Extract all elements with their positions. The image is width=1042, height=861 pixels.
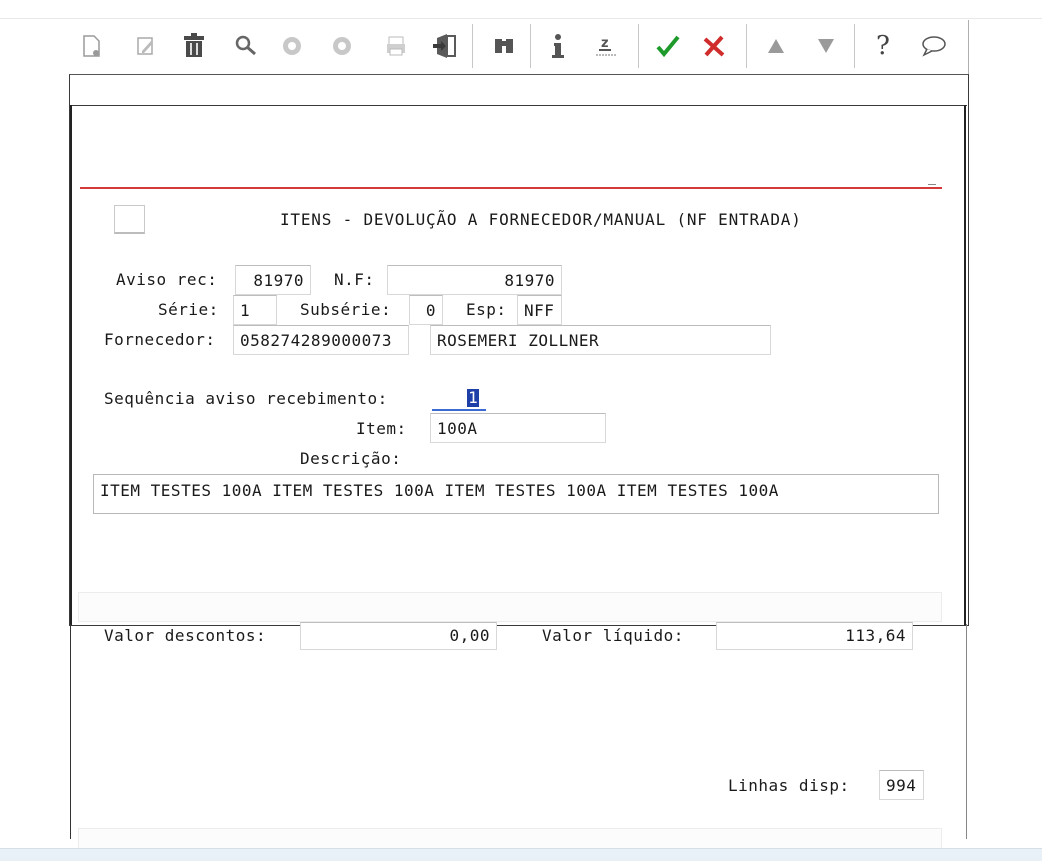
next-icon[interactable] — [328, 30, 356, 62]
minimize-mark — [928, 184, 936, 185]
descricao-label: Descrição: — [300, 449, 402, 468]
exit-icon[interactable] — [432, 30, 460, 62]
sequencia-value[interactable]: 1 — [467, 389, 479, 407]
aviso-rec-field[interactable]: 81970 — [235, 265, 311, 295]
sequencia-label: Sequência aviso recebimento: — [104, 389, 388, 408]
new-icon[interactable] — [78, 30, 106, 62]
valor-descontos-label: Valor descontos: — [104, 626, 267, 645]
print-icon[interactable] — [382, 30, 410, 62]
nf-field[interactable]: 81970 — [387, 265, 562, 295]
toolbar-separator — [530, 24, 531, 68]
binoculars-icon[interactable] — [490, 30, 518, 62]
page-title: ITENS - DEVOLUÇÃO A FORNECEDOR/MANUAL (N… — [280, 210, 802, 229]
valor-descontos-field[interactable]: 0,00 — [300, 622, 497, 650]
svg-text:?: ? — [876, 32, 890, 60]
descricao-field[interactable]: ITEM TESTES 100A ITEM TESTES 100A ITEM T… — [93, 474, 939, 514]
nf-label: N.F: — [334, 270, 375, 289]
search-icon[interactable] — [232, 30, 260, 62]
serie-field[interactable]: 1 — [233, 295, 277, 325]
edit-icon[interactable] — [132, 30, 160, 62]
bottom-strip — [78, 828, 942, 850]
form-right-border — [964, 105, 966, 625]
fornecedor-code-field[interactable]: 058274289000073 — [233, 325, 409, 355]
serie-label: Série: — [158, 300, 219, 319]
valor-liquido-field[interactable]: 113,64 — [716, 622, 913, 650]
toolbar-separator — [638, 24, 639, 68]
linhas-disp-field[interactable]: 994 — [879, 770, 924, 800]
form-left-border — [70, 105, 72, 625]
form-header-border — [70, 105, 967, 106]
cancel-icon[interactable] — [700, 30, 728, 62]
valor-liquido-label: Valor líquido: — [542, 626, 684, 645]
down-icon[interactable] — [812, 30, 840, 62]
toolbar-separator — [472, 24, 473, 68]
zoom-icon[interactable]: z — [592, 30, 620, 62]
aviso-rec-label: Aviso rec: — [116, 270, 218, 289]
subserie-field[interactable]: 0 — [409, 295, 443, 325]
prev-icon[interactable] — [278, 30, 306, 62]
chat-icon[interactable] — [920, 30, 948, 62]
toolbar-separator — [854, 24, 855, 68]
toolbar: z ? — [70, 20, 970, 74]
confirm-icon[interactable] — [654, 30, 682, 62]
toolbar-separator — [746, 24, 747, 68]
esp-field[interactable]: NFF — [517, 295, 562, 325]
fornecedor-name-field[interactable]: ROSEMERI ZOLLNER — [430, 325, 771, 355]
svg-text:z: z — [601, 36, 609, 51]
help-icon[interactable]: ? — [870, 30, 898, 62]
lower-left-border — [70, 624, 71, 839]
subserie-label: Subsérie: — [300, 300, 392, 319]
top-border — [0, 18, 1042, 19]
fornecedor-label: Fornecedor: — [104, 330, 216, 349]
status-strip — [78, 592, 942, 622]
toolbar-right-border — [968, 20, 969, 76]
up-icon[interactable] — [762, 30, 790, 62]
footer-bar — [0, 848, 1042, 861]
linhas-disp-label: Linhas disp: — [728, 776, 850, 795]
select-checkbox[interactable] — [114, 205, 145, 234]
lower-right-border — [966, 624, 967, 839]
esp-label: Esp: — [466, 300, 507, 319]
item-label: Item: — [356, 419, 407, 438]
info-icon[interactable] — [544, 30, 572, 62]
item-field[interactable]: 100A — [430, 413, 606, 443]
header-divider — [80, 187, 942, 189]
trash-icon[interactable] — [180, 30, 208, 62]
